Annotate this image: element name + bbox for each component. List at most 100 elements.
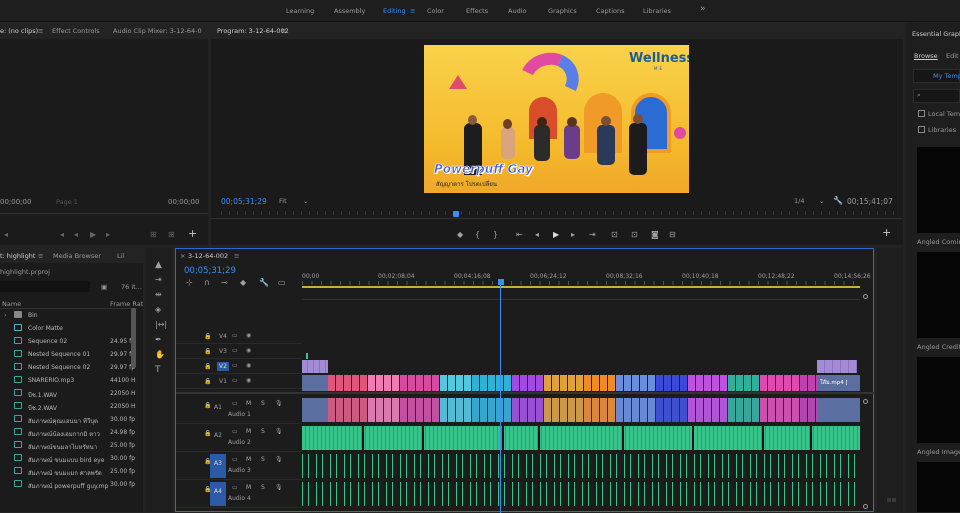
play-icon[interactable]: ▶ [553,231,559,239]
tab-edit[interactable]: Edit [946,52,959,60]
work-area-bar[interactable] [302,286,860,288]
template-thumb[interactable] [917,147,960,233]
eye-icon[interactable]: ◉ [246,377,251,384]
linked-selection-icon[interactable]: ⊸ [221,279,228,287]
sync-lock-icon[interactable]: ▭ [232,428,238,435]
solo-button[interactable]: S [261,400,265,407]
hand-tool-icon[interactable]: ✋ [155,351,165,359]
audio-clip[interactable] [302,482,860,506]
mute-button[interactable]: M [246,400,251,407]
workspace-editing[interactable]: Editing [383,7,406,15]
track-label-v1[interactable]: V1 [217,377,229,386]
overwrite-icon[interactable]: ⊞ [168,231,175,239]
track-label-v2[interactable]: V2 [217,362,229,371]
mute-button[interactable]: M [246,456,251,463]
workspace-libraries[interactable]: Libraries [643,7,671,15]
project-search-input[interactable] [0,281,90,292]
add-button-icon[interactable]: + [188,228,197,239]
chevron-right-icon[interactable]: › [4,312,6,319]
video-clip[interactable] [328,375,818,391]
step-forward-icon[interactable]: ▸ [571,231,575,239]
my-templates-label[interactable]: My Templ [933,72,960,80]
workspace-learning[interactable]: Learning [286,7,314,15]
time-ruler[interactable]: 00;00 00;02;08;04 00;04;16;08 00;06;24;12 00… [302,267,871,287]
track-select-icon[interactable]: ⇥ [155,276,162,284]
tab-sequence[interactable]: 3-12-64-002 [188,252,228,260]
hamburger-icon[interactable]: ≡ [410,7,415,15]
eye-icon[interactable]: ◉ [246,347,251,354]
microphone-icon[interactable]: 🎙 [275,400,283,407]
solo-button[interactable]: S [261,428,265,435]
razor-icon[interactable]: ◈ [155,306,161,314]
solo-button[interactable]: S [261,484,265,491]
nest-icon[interactable]: ⊹ [186,279,193,287]
lock-icon[interactable]: 🔒 [204,333,211,340]
hamburger-icon[interactable]: ≡ [38,252,43,260]
program-timecode[interactable]: 00;05;31;29 [221,197,267,206]
scroll-handle[interactable] [863,504,868,509]
track-label-v4[interactable]: V4 [217,332,229,341]
project-item[interactable]: สัมภาษณ์ขนมลาไบหรัทนา 25.00 fp [0,439,136,452]
camera-icon[interactable]: ◙ [651,231,659,239]
audio-clip[interactable] [302,454,860,478]
template-thumb[interactable] [917,357,960,443]
audio-clip[interactable] [328,398,818,422]
sync-lock-icon[interactable]: ▭ [232,400,238,407]
eye-icon[interactable]: ◉ [246,332,251,339]
hamburger-icon[interactable]: ≡ [234,252,239,260]
type-tool-icon[interactable]: T [155,366,161,375]
step-back-frame-icon[interactable]: ◂ [74,231,78,239]
chevron-down-icon[interactable]: ⌄ [303,197,308,205]
project-item[interactable]: Color Matte [0,322,136,335]
lift-icon[interactable]: ⊡ [611,231,618,239]
track-label-a2[interactable]: A2 [210,426,226,450]
solo-button[interactable]: S [261,456,265,463]
tab-project[interactable]: t: highlight [0,252,35,260]
bin-icon[interactable]: ▣ [101,283,107,291]
project-item[interactable]: SNARERIO.mp3 44100 H [0,374,136,387]
ripple-edit-icon[interactable]: ⇹ [155,291,162,299]
video-clip[interactable] [302,360,328,373]
add-button-icon[interactable]: + [882,227,891,238]
marker-icon[interactable]: ◆ [240,279,246,287]
resolution-dropdown[interactable]: 1/4 [794,197,804,205]
workspace-captions[interactable]: Captions [596,7,625,15]
lock-icon[interactable]: 🔒 [204,348,211,355]
video-clip[interactable] [817,360,857,373]
lock-icon[interactable]: 🔒 [204,363,211,370]
timeline-playhead[interactable] [500,285,501,513]
comparison-icon[interactable]: ⊟ [669,231,676,239]
sync-lock-icon[interactable]: ▭ [232,362,238,369]
audio-clip[interactable] [302,426,860,450]
lock-icon[interactable]: 🔒 [204,378,211,385]
template-thumb[interactable] [917,252,960,338]
project-item[interactable]: สัมภาษณ์คุณแอนนา ทีวีบุต 30.00 fp [0,413,136,426]
extract-icon[interactable]: ⊡ [631,231,638,239]
wrench-icon[interactable]: 🔧 [833,196,843,205]
workspace-graphics[interactable]: Graphics [548,7,577,15]
mark-in-icon[interactable]: ◂ [4,231,8,239]
project-item[interactable]: Nested Sequence 01 29.97 fp [0,348,136,361]
project-item[interactable]: Sequence 02 24.95 fp [0,335,136,348]
track-label-a1[interactable]: A1 [210,398,226,422]
tab-media-browser[interactable]: Media Browser [53,252,101,260]
sync-lock-icon[interactable]: ▭ [232,484,238,491]
project-item[interactable]: สัมภาษณ์ ขนมแมก ศาลพรัด 25.00 fp [0,465,136,478]
timeline-timecode[interactable]: 00;05;31;29 [184,266,236,276]
sync-lock-icon[interactable]: ▭ [232,456,238,463]
close-icon[interactable]: × [180,252,185,260]
workspace-assembly[interactable]: Assembly [334,7,365,15]
project-item[interactable]: Nested Sequence 02 29.97 fp [0,361,136,374]
project-item[interactable]: สัมภาษณ์ ขนมแบบ bird eye 30.00 fp [0,452,136,465]
tab-effect-controls[interactable]: Effect Controls [52,27,100,35]
go-to-in-icon[interactable]: ⇤ [516,231,523,239]
scroll-handle[interactable] [863,294,868,299]
scrollbar[interactable] [131,308,136,368]
tab-audio-clip-mixer[interactable]: Audio Clip Mixer: 3-12-64-0 [113,27,202,35]
wrench-icon[interactable]: 🔧 [259,279,269,287]
project-item[interactable]: สัมภาษณ์น้องเอมกากมิ ตาว 24.98 fp [0,426,136,439]
program-scrub-bar[interactable] [221,211,895,215]
step-back-icon[interactable]: ◂ [535,231,539,239]
fit-dropdown[interactable]: Fit [279,197,287,205]
hamburger-icon[interactable]: ≡ [281,27,286,35]
